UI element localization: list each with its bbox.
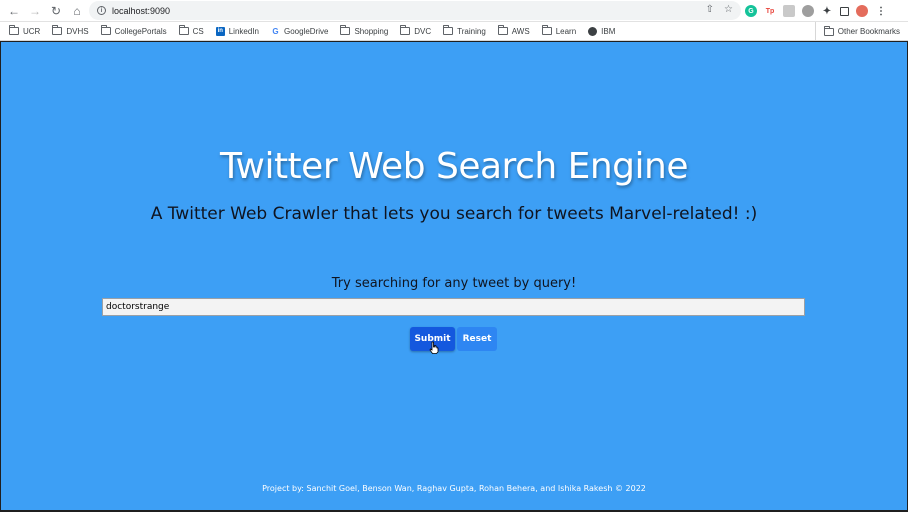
folder-icon [340,25,351,35]
extension-icon[interactable] [783,5,795,17]
folder-icon [497,25,508,35]
tp-extension-icon[interactable]: Tp [764,5,776,17]
bookmark-collegeportals[interactable]: CollegePortals [100,25,167,36]
folder-icon [400,25,411,35]
bookmark-label: Learn [555,26,577,36]
bookmark-ucr[interactable]: UCR [9,25,41,36]
bookmark-dvc[interactable]: DVC [400,25,432,36]
address-bar[interactable]: i localhost:9090 ⇧ ☆ [89,1,741,20]
folder-icon [541,25,552,35]
bookmark-googledrive[interactable]: G GoogleDrive [271,27,328,36]
grammarly-icon[interactable]: G [745,5,757,17]
back-arrow-icon[interactable]: ← [4,1,24,21]
globe-icon [588,26,598,36]
share-icon[interactable]: ⇧ [706,4,714,15]
bookmark-label: DVHS [66,26,89,36]
bookmark-label: Shopping [354,26,389,36]
linkedin-icon: in [215,26,225,36]
bookmark-label: UCR [23,26,41,36]
other-bookmarks-label: Other Bookmarks [837,27,900,36]
page-footer: Project by: Sanchit Goel, Benson Wan, Ra… [262,484,646,493]
bookmarks-bar: UCR DVHS CollegePortals CS in LinkedIn GG… [0,22,908,41]
info-icon[interactable]: i [97,6,106,15]
folder-icon [52,25,63,35]
reload-icon[interactable]: ↻ [46,1,66,21]
forward-arrow-icon[interactable]: → [25,1,45,21]
bookmark-label: GoogleDrive [283,26,329,36]
bookmark-linkedin[interactable]: in LinkedIn [215,26,259,36]
page-subtitle: A Twitter Web Crawler that lets you sear… [150,204,758,224]
folder-icon [100,25,111,35]
other-bookmarks[interactable]: Other Bookmarks [814,22,900,41]
folder-icon [178,25,189,35]
star-icon[interactable]: ☆ [724,4,733,15]
bookmark-label: LinkedIn [228,26,259,36]
bookmark-shopping[interactable]: Shopping [340,25,389,36]
page-content: Twitter Web Search Engine A Twitter Web … [1,42,907,510]
folder-icon [823,25,834,36]
avatar[interactable] [856,5,868,17]
bookmark-training[interactable]: Training [443,25,486,36]
home-icon[interactable]: ⌂ [67,1,87,21]
url-text: localhost:9090 [112,5,171,16]
folder-icon [443,25,454,35]
sidepanel-icon[interactable] [840,6,849,16]
search-prompt: Try searching for any tweet by query! [331,276,577,291]
bookmark-label: IBM [601,26,616,36]
bookmark-label: Training [457,26,486,36]
search-input[interactable] [102,298,805,316]
extensions-area: G Tp ✦ ⋮ [745,0,887,22]
bookmark-label: CS [192,26,204,36]
bookmark-aws[interactable]: AWS [497,25,530,36]
bookmark-dvhs[interactable]: DVHS [52,25,89,36]
extension-circle-icon[interactable] [802,5,814,17]
bookmark-cs[interactable]: CS [178,25,204,36]
reset-button[interactable]: Reset [457,327,497,351]
puzzle-icon[interactable]: ✦ [821,5,833,17]
browser-toolbar: ← → ↻ ⌂ i localhost:9090 ⇧ ☆ G Tp ✦ ⋮ [0,0,908,22]
google-icon: G [272,26,279,36]
bookmark-learn[interactable]: Learn [541,25,577,36]
menu-dots-icon[interactable]: ⋮ [875,5,887,17]
hand-cursor-icon [429,341,439,354]
folder-icon [9,25,19,35]
page-title: Twitter Web Search Engine [219,146,689,187]
bookmark-label: DVC [414,26,432,36]
bookmark-label: CollegePortals [114,26,167,36]
bookmark-ibm[interactable]: IBM [588,26,616,36]
bookmark-label: AWS [511,26,530,36]
